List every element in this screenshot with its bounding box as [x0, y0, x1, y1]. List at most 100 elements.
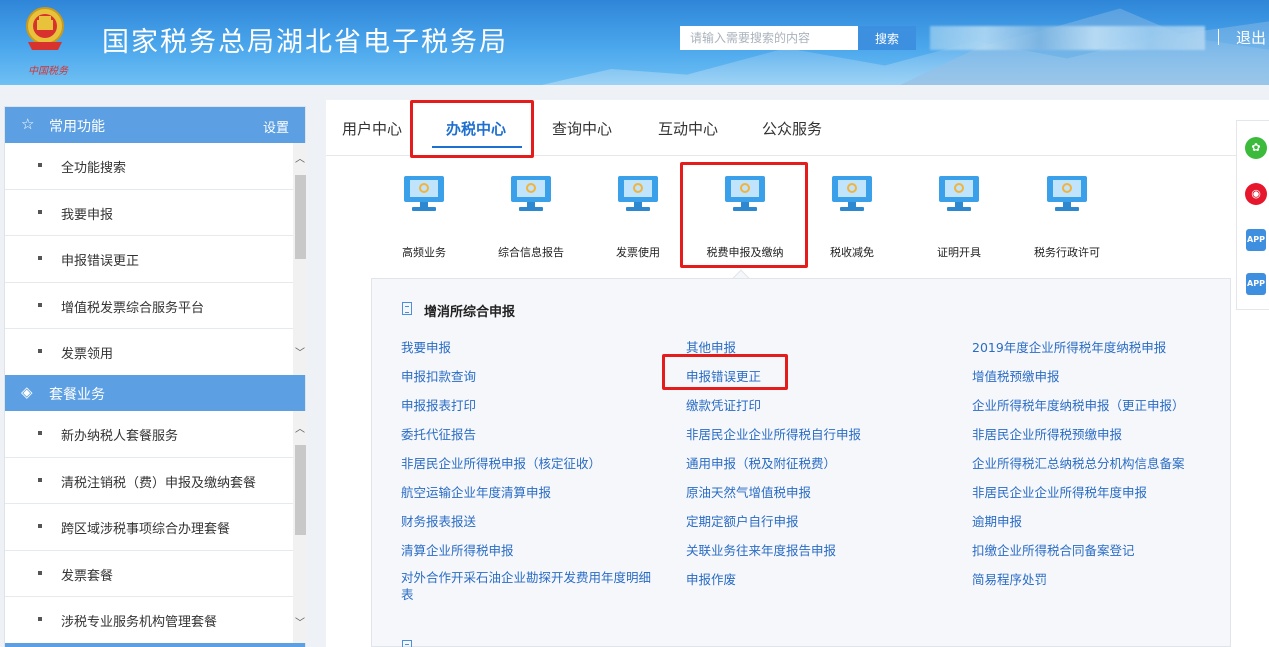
sidebar-item-label: 新办纳税人套餐服务 — [61, 429, 179, 444]
link-item[interactable]: 对外合作开采石油企业勘探开发费用年度明细表 — [401, 569, 651, 603]
sidebar-item[interactable]: 我要申报 — [5, 190, 293, 236]
sidebar-item[interactable]: 全功能搜索 — [5, 143, 293, 190]
sidebar-item-label: 发票领用 — [61, 347, 114, 362]
sidebar: ☆ 常用功能 设置 全功能搜索 我要申报 申报错误更正 增值税发票综合服务平台 … — [4, 106, 307, 647]
sidebar-item[interactable]: 清税注销税（费）申报及缴纳套餐 — [5, 458, 293, 504]
floating-share-bar: ✿ ◉ APP APP — [1236, 120, 1269, 310]
monitor-icon — [404, 176, 444, 214]
category-certificate[interactable]: 证明开具 — [914, 176, 1004, 260]
sidebar-item-label: 增值税发票综合服务平台 — [61, 300, 205, 316]
link-item[interactable]: 原油天然气增值税申报 — [686, 482, 861, 511]
active-tab-underline — [432, 146, 522, 148]
link-item[interactable]: 其他申报 — [686, 337, 861, 366]
tab-query-center[interactable]: 查询中心 — [552, 118, 612, 139]
search-button[interactable]: 搜索 — [858, 26, 916, 50]
link-item[interactable]: 非居民企业企业所得税自行申报 — [686, 424, 861, 453]
link-item[interactable]: 关联业务往来年度报告申报 — [686, 540, 861, 569]
link-item[interactable]: 缴款凭证打印 — [686, 395, 861, 424]
wechat-icon[interactable]: ✿ — [1245, 137, 1267, 159]
link-item[interactable]: 通用申报（税及附征税费） — [686, 453, 861, 482]
link-item[interactable]: 清算企业所得税申报 — [401, 540, 651, 569]
link-item[interactable]: 简易程序处罚 — [972, 569, 1185, 598]
link-item-error-correction[interactable]: 申报错误更正 — [686, 366, 861, 395]
category-tax-filing-payment[interactable]: 税费申报及缴纳 — [700, 176, 790, 260]
category-invoice[interactable]: 发票使用 — [593, 176, 683, 260]
category-label: 综合信息报告 — [498, 246, 564, 259]
sidebar-section-packages[interactable]: ◈ 套餐业务 — [5, 375, 305, 411]
settings-link[interactable]: 设置 — [263, 117, 289, 136]
sidebar-item[interactable]: 新办纳税人套餐服务 — [5, 411, 293, 458]
sidebar-section-common[interactable]: ☆ 常用功能 设置 — [5, 107, 305, 143]
sidebar-item-label: 全功能搜索 — [61, 161, 127, 176]
group-title: 增消所综合申报 — [424, 305, 516, 320]
logout-link[interactable]: 退出 — [1236, 27, 1266, 48]
bullet-icon — [38, 524, 42, 528]
monitor-icon — [618, 176, 658, 214]
category-info-report[interactable]: 综合信息报告 — [486, 176, 576, 260]
link-item[interactable]: 申报扣款查询 — [401, 366, 651, 395]
document-icon — [402, 302, 412, 315]
link-item[interactable]: 申报作废 — [686, 569, 861, 598]
sidebar-section-next — [5, 643, 305, 647]
weibo-icon[interactable]: ◉ — [1245, 183, 1267, 205]
link-item[interactable]: 委托代征报告 — [401, 424, 651, 453]
sidebar-item-label: 涉税专业服务机构管理套餐 — [61, 615, 218, 630]
links-column-2: 其他申报 申报错误更正 缴款凭证打印 非居民企业企业所得税自行申报 通用申报（税… — [686, 337, 861, 598]
sidebar-section-title: 套餐业务 — [49, 387, 105, 403]
sidebar-item[interactable]: 发票套餐 — [5, 551, 293, 597]
sidebar-item[interactable]: 申报错误更正 — [5, 236, 293, 283]
app-icon[interactable]: APP — [1246, 229, 1266, 251]
tab-public-service[interactable]: 公众服务 — [762, 118, 822, 139]
scroll-down-icon[interactable]: ﹀ — [293, 347, 307, 361]
links-column-1: 我要申报 申报扣款查询 申报报表打印 委托代征报告 非居民企业所得税申报（核定征… — [401, 337, 651, 603]
scroll-down-icon[interactable]: ﹀ — [293, 617, 307, 631]
sidebar-list-common: 全功能搜索 我要申报 申报错误更正 增值税发票综合服务平台 发票领用 — [5, 143, 293, 376]
link-item[interactable]: 定期定额户自行申报 — [686, 511, 861, 540]
brand-text: 中国税务 — [28, 66, 68, 77]
sidebar-item[interactable]: 涉税专业服务机构管理套餐 — [5, 597, 293, 644]
link-item[interactable]: 非居民企业所得税预缴申报 — [972, 424, 1185, 453]
scroll-thumb[interactable] — [295, 445, 306, 535]
tab-user-center[interactable]: 用户中心 — [342, 118, 402, 139]
link-item[interactable]: 非居民企业所得税申报（核定征收） — [401, 453, 651, 482]
sidebar-item[interactable]: 跨区域涉税事项综合办理套餐 — [5, 504, 293, 551]
sidebar-item[interactable]: 增值税发票综合服务平台 — [5, 283, 293, 329]
link-item[interactable]: 增值税预缴申报 — [972, 366, 1185, 395]
category-label: 税收减免 — [830, 246, 874, 259]
sidebar-section-title: 常用功能 — [49, 119, 105, 135]
bullet-icon — [38, 163, 42, 167]
search-input[interactable] — [680, 26, 858, 50]
bullet-icon — [38, 570, 42, 575]
sidebar-scrollbar-common[interactable]: ︿ ﹀ — [293, 143, 307, 375]
link-item[interactable]: 财务报表报送 — [401, 511, 651, 540]
link-item[interactable]: 我要申报 — [401, 337, 651, 366]
category-tax-relief[interactable]: 税收减免 — [807, 176, 897, 260]
category-admin-license[interactable]: 税务行政许可 — [1022, 176, 1112, 260]
link-item[interactable]: 航空运输企业年度清算申报 — [401, 482, 651, 511]
category-label: 税务行政许可 — [1034, 246, 1100, 259]
scroll-up-icon[interactable]: ︿ — [293, 153, 307, 167]
link-item[interactable]: 申报报表打印 — [401, 395, 651, 424]
app-icon[interactable]: APP — [1246, 273, 1266, 295]
sidebar-scrollbar-packages[interactable]: ︿ ﹀ — [293, 411, 307, 643]
category-label: 证明开具 — [937, 246, 981, 259]
category-frequent[interactable]: 高频业务 — [379, 176, 469, 260]
sidebar-item-label: 申报错误更正 — [61, 254, 140, 269]
link-item[interactable]: 企业所得税年度纳税申报（更正申报） — [972, 395, 1185, 424]
tab-interaction-center[interactable]: 互动中心 — [658, 118, 718, 139]
link-item[interactable]: 2019年度企业所得税年度纳税申报 — [972, 337, 1185, 366]
link-item[interactable]: 扣缴企业所得税合同备案登记 — [972, 540, 1185, 569]
monitor-icon — [511, 176, 551, 214]
link-item[interactable]: 企业所得税汇总纳税总分机构信息备案 — [972, 453, 1185, 482]
link-item[interactable]: 逾期申报 — [972, 511, 1185, 540]
category-label: 税费申报及缴纳 — [706, 246, 784, 259]
bullet-icon — [38, 617, 42, 621]
sidebar-item[interactable]: 发票领用 — [5, 329, 293, 376]
scroll-up-icon[interactable]: ︿ — [293, 423, 307, 437]
tab-tax-center[interactable]: 办税中心 — [446, 118, 506, 139]
monitor-icon — [939, 176, 979, 214]
link-item[interactable]: 非居民企业企业所得税年度申报 — [972, 482, 1185, 511]
category-label: 发票使用 — [616, 246, 660, 259]
user-info-blurred — [930, 26, 1205, 50]
scroll-thumb[interactable] — [295, 175, 306, 259]
